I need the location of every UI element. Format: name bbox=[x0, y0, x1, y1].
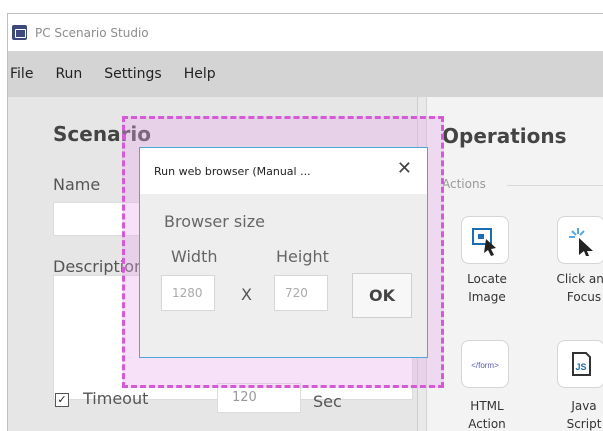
html-action-button[interactable]: </form> bbox=[461, 340, 509, 388]
click-and-focus-button[interactable] bbox=[557, 216, 603, 264]
menu-run[interactable]: Run bbox=[55, 66, 82, 82]
locate-image-button[interactable] bbox=[461, 216, 509, 264]
scenario-name-label: Name bbox=[53, 175, 101, 194]
timeout-checkbox[interactable]: ✓ bbox=[55, 393, 69, 407]
app-title: PC Scenario Studio bbox=[35, 25, 149, 40]
actions-divider bbox=[507, 185, 603, 186]
html-action-icon: </form> bbox=[471, 361, 499, 370]
title-bar: PC Scenario Studio bbox=[8, 14, 603, 51]
pc-scenario-studio-window: PC Scenario Studio File Run Settings Hel… bbox=[7, 13, 603, 431]
locate-image-icon bbox=[472, 228, 496, 256]
menu-help[interactable]: Help bbox=[184, 66, 216, 82]
operations-panel: Operations Actions Locate Image Click an… bbox=[426, 97, 603, 431]
operations-title: Operations bbox=[442, 124, 567, 148]
javascript-button[interactable]: JS bbox=[557, 340, 603, 388]
width-input[interactable]: 1280 bbox=[161, 275, 215, 311]
javascript-icon: JS bbox=[572, 352, 591, 376]
width-label: Width bbox=[171, 247, 218, 266]
menu-bar: File Run Settings Help bbox=[8, 51, 603, 97]
svg-text:</form>: </form> bbox=[471, 361, 499, 370]
click-and-focus-icon bbox=[569, 228, 593, 256]
click-and-focus-label: Click and Focus bbox=[556, 272, 603, 304]
timeout-unit: Sec bbox=[313, 392, 342, 411]
dialog-header: Run web browser (Manual ... ✕ bbox=[140, 148, 427, 194]
browser-size-label: Browser size bbox=[164, 212, 265, 231]
run-web-browser-dialog: Run web browser (Manual ... ✕ Browser si… bbox=[139, 147, 428, 358]
app-icon bbox=[12, 25, 27, 40]
javascript-label: Java Script bbox=[566, 399, 602, 431]
size-separator: X bbox=[241, 285, 252, 304]
menu-settings[interactable]: Settings bbox=[104, 66, 161, 82]
height-input[interactable]: 720 bbox=[274, 275, 328, 311]
ok-button[interactable]: OK bbox=[352, 273, 412, 318]
menu-file[interactable]: File bbox=[10, 66, 33, 82]
close-icon[interactable]: ✕ bbox=[397, 160, 412, 178]
dialog-title: Run web browser (Manual ... bbox=[154, 164, 311, 178]
locate-image-label: Locate Image bbox=[467, 272, 507, 304]
html-action-label: HTML Action bbox=[468, 399, 506, 431]
timeout-label: Timeout bbox=[83, 389, 149, 408]
actions-label: Actions bbox=[442, 177, 486, 191]
svg-text:JS: JS bbox=[575, 362, 586, 372]
height-label: Height bbox=[276, 247, 329, 266]
